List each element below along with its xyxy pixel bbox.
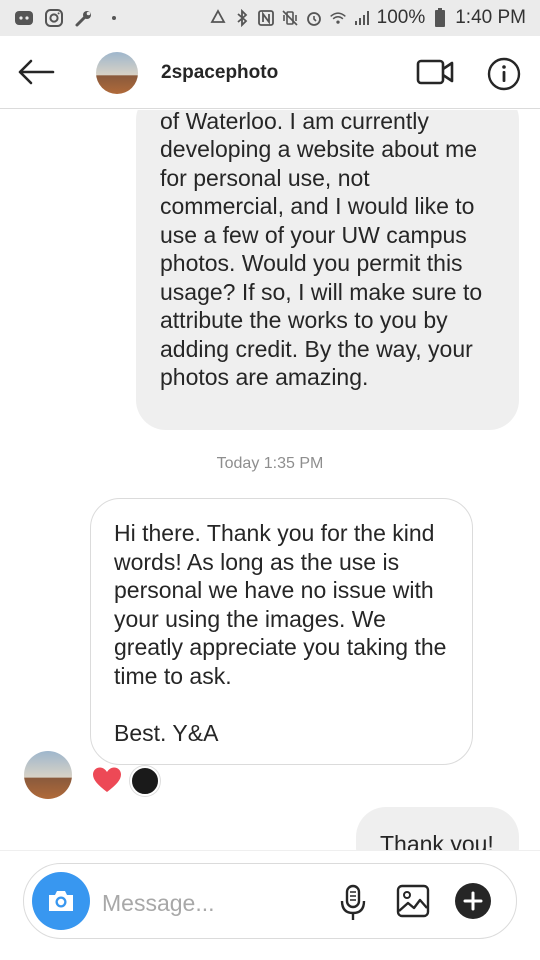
battery-percent: 100% <box>376 7 426 28</box>
status-time: 1:40 PM <box>455 7 526 28</box>
video-call-button[interactable] <box>416 58 454 86</box>
more-button[interactable] <box>455 883 491 919</box>
contact-avatar[interactable] <box>96 52 138 94</box>
wrench-icon <box>74 9 94 27</box>
plus-icon <box>463 891 483 911</box>
reactor-avatar[interactable] <box>130 766 160 796</box>
conversation-header: 2spacephoto <box>0 36 540 109</box>
video-call-icon <box>416 59 454 85</box>
alarm-icon <box>305 9 323 27</box>
message-thread[interactable]: Hi, I am a student at University of Wate… <box>0 110 540 850</box>
info-icon <box>487 57 521 91</box>
vibrate-icon <box>281 9 299 27</box>
dot-icon <box>104 9 124 27</box>
signal-icon <box>353 9 371 27</box>
sent-message-bubble[interactable]: Hi, I am a student at University of Wate… <box>136 110 519 430</box>
status-bar: 100% 1:40 PM <box>0 0 540 36</box>
back-arrow-icon <box>18 59 55 85</box>
status-bar-right: 100% 1:40 PM <box>209 7 526 29</box>
sender-avatar[interactable] <box>24 751 72 799</box>
received-message-bubble[interactable]: Hi there. Thank you for the kind words! … <box>90 498 473 765</box>
received-message-text: Hi there. Thank you for the kind words! … <box>114 520 447 689</box>
heart-icon[interactable] <box>92 766 122 794</box>
battery-icon <box>431 8 449 27</box>
message-timestamp: Today 1:35 PM <box>216 455 324 472</box>
message-composer <box>23 863 517 939</box>
composer-bar <box>0 850 540 960</box>
sent-message-bubble-2[interactable]: Thank you! <box>356 807 519 850</box>
contact-username[interactable]: 2spacephoto <box>161 62 278 84</box>
wifi-icon <box>329 9 347 27</box>
bluetooth-icon <box>233 9 251 27</box>
camera-icon <box>49 891 73 911</box>
microphone-icon <box>340 884 366 920</box>
sent-message-text-2: Thank you! <box>380 831 494 850</box>
gallery-button[interactable] <box>396 884 430 918</box>
recycle-icon <box>209 9 227 27</box>
nfc-icon <box>257 9 275 27</box>
status-bar-left <box>14 9 124 27</box>
message-input[interactable] <box>102 886 322 920</box>
sent-message-text: Hi, I am a student at University of Wate… <box>160 110 483 390</box>
instagram-icon <box>44 9 64 27</box>
back-button[interactable] <box>16 56 56 88</box>
info-button[interactable] <box>487 57 521 91</box>
discord-icon <box>14 9 34 27</box>
microphone-button[interactable] <box>338 884 368 922</box>
camera-button[interactable] <box>32 872 90 930</box>
gallery-icon <box>396 884 430 918</box>
received-message-signoff: Best. Y&A <box>114 719 219 746</box>
